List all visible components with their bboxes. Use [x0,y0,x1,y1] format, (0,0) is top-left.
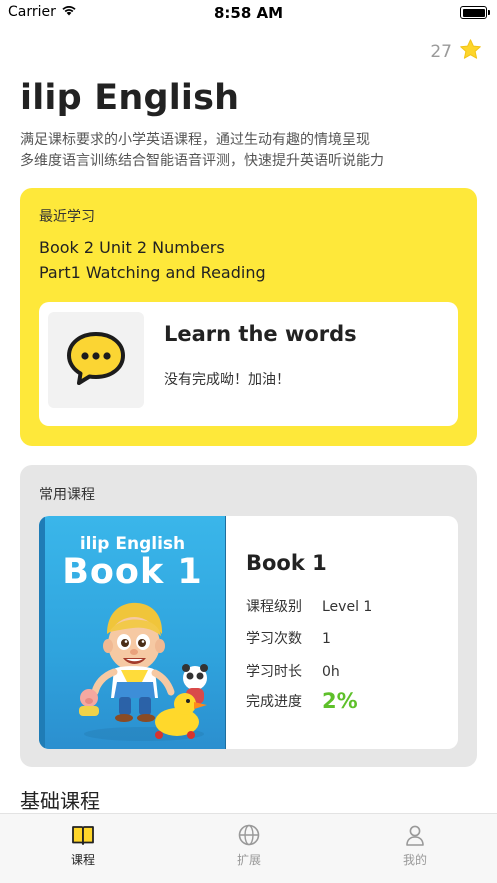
cover-characters-illustration [79,602,208,741]
tab-courses-label: 课程 [70,853,95,867]
frequent-courses-card: 常用课程 ilip English Book 1 Book 1 课程级别 Lev… [20,465,477,767]
course-count-row: 学习次数 1 [246,628,331,648]
course-item-book1[interactable]: ilip English Book 1 Book 1 课程级别 Level 1 … [39,516,458,749]
person-icon [404,824,426,848]
course-progress-label: 完成进度 [246,694,302,710]
battery-icon [460,6,490,19]
lesson-card[interactable]: Learn the words 没有完成呦！加油！ [39,302,458,426]
book-icon [71,824,95,848]
course-level-value: Level 1 [322,599,373,615]
course-count-label: 学习次数 [246,631,302,647]
app-title: ilip English [20,78,240,118]
star-icon [458,38,483,66]
recent-heading: 最近学习 [39,209,95,225]
status-bar: Carrier 8:58 AM [0,0,497,26]
frequent-courses-heading: 常用课程 [39,487,95,503]
course-duration-label: 学习时长 [246,664,302,680]
tab-mine[interactable]: 我的 [332,814,497,883]
course-duration-value: 0h [322,664,340,680]
globe-icon [238,824,260,848]
tab-mine-label: 我的 [402,853,427,867]
app-subtitle-line1: 满足课标要求的小学英语课程，通过生动有趣的情境呈现 [20,132,370,148]
tab-bar: 课程 扩展 我的 [0,813,497,883]
tab-extend[interactable]: 扩展 [166,814,332,883]
lesson-status: 没有完成呦！加油！ [164,372,290,388]
recent-part: Part1 Watching and Reading [39,263,266,282]
cover-brand-text: ilip English [79,534,186,554]
chat-bubble-icon [66,330,126,390]
recent-learning-card[interactable]: 最近学习 Book 2 Unit 2 Numbers Part1 Watchin… [20,188,477,446]
lesson-icon-box [48,312,144,408]
recent-book-unit: Book 2 Unit 2 Numbers [39,238,225,257]
basic-courses-heading: 基础课程 [20,789,100,813]
course-progress-value: 2% [322,689,358,713]
stars-count: 27 [430,42,452,62]
stars-counter[interactable]: 27 [430,38,483,66]
course-level-row: 课程级别 Level 1 [246,596,372,616]
lesson-title: Learn the words [164,322,357,346]
tab-extend-label: 扩展 [236,853,261,867]
course-count-value: 1 [322,631,331,647]
status-time: 8:58 AM [213,4,284,22]
course-name: Book 1 [246,551,327,575]
app-subtitle-line2: 多维度语言训练结合智能语音评测，快速提升英语听说能力 [20,153,384,169]
course-duration-row: 学习时长 0h [246,661,340,681]
course-level-label: 课程级别 [246,599,302,615]
book-cover-image: ilip English Book 1 [39,516,226,749]
course-progress-row: 完成进度 2% [246,689,358,713]
cover-title-text: Book 1 [62,552,203,592]
tab-courses[interactable]: 课程 [0,814,166,883]
